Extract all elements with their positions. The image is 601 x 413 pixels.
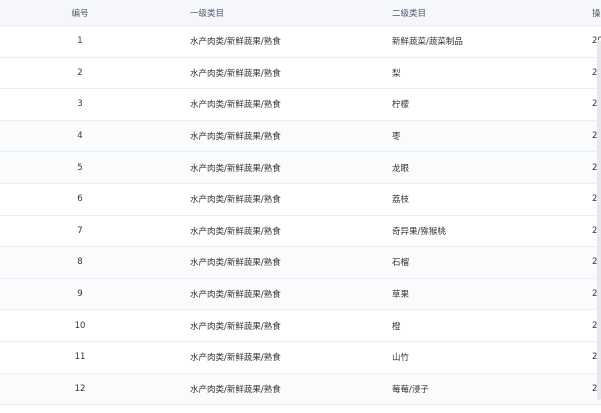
table-row[interactable]: 6水产肉类/新鲜蔬果/熟食荔枝20	[0, 184, 601, 216]
row-level1-cell: 水产肉类/新鲜蔬果/熟食	[190, 321, 281, 332]
row-level2-cell: 奇异果/猕猴桃	[392, 226, 446, 237]
row-id-cell: 7	[77, 225, 83, 236]
table-row[interactable]: 10水产肉类/新鲜蔬果/熟食橙20	[0, 310, 601, 342]
table-header: 编号 一级类目 二级类目 操	[0, 0, 601, 26]
row-level1-cell: 水产肉类/新鲜蔬果/熟食	[190, 290, 281, 301]
row-level2-cell: 新鲜蔬菜/蔬菜制品	[392, 37, 463, 48]
table-row[interactable]: 8水产肉类/新鲜蔬果/熟食石榴20	[0, 247, 601, 279]
row-level1-cell: 水产肉类/新鲜蔬果/熟食	[190, 384, 281, 395]
table-row[interactable]: 5水产肉类/新鲜蔬果/熟食龙眼20	[0, 152, 601, 184]
row-level1-cell: 水产肉类/新鲜蔬果/熟食	[190, 258, 281, 269]
table-row[interactable]: 4水产肉类/新鲜蔬果/熟食枣20	[0, 120, 601, 153]
table-row[interactable]: 1水产肉类/新鲜蔬果/熟食新鲜蔬菜/蔬菜制品20	[0, 26, 601, 58]
table-row[interactable]: 2水产肉类/新鲜蔬果/熟食梨20	[0, 57, 601, 90]
row-id-cell: 11	[74, 352, 86, 363]
row-level1-cell: 水产肉类/新鲜蔬果/熟食	[190, 132, 281, 143]
row-level2-cell: 山竹	[392, 353, 410, 364]
row-level2-cell: 橙	[392, 321, 401, 332]
row-level1-cell: 水产肉类/新鲜蔬果/熟食	[190, 68, 281, 79]
row-level2-cell: 柠檬	[392, 100, 410, 111]
row-level2-cell: 枣	[392, 132, 401, 143]
category-table: 编号 一级类目 二级类目 操 1水产肉类/新鲜蔬果/熟食新鲜蔬菜/蔬菜制品202…	[0, 0, 601, 413]
table-row[interactable]: 7水产肉类/新鲜蔬果/熟食奇异果/猕猴桃20	[0, 215, 601, 248]
row-id-cell: 5	[77, 162, 83, 173]
table-row[interactable]: 3水产肉类/新鲜蔬果/熟食柠檬20	[0, 89, 601, 121]
row-id-cell: 6	[77, 194, 83, 205]
row-id-cell: 2	[77, 67, 83, 78]
row-level2-cell: 荔枝	[392, 195, 410, 206]
row-id-cell: 10	[74, 320, 86, 331]
header-level1[interactable]: 一级类目	[190, 0, 380, 25]
row-id-cell: 1	[77, 36, 83, 47]
table-row[interactable]: 9水产肉类/新鲜蔬果/熟食草果20	[0, 278, 601, 311]
row-level2-cell: 梨	[392, 68, 401, 79]
row-level2-cell: 石榴	[392, 258, 410, 269]
row-id-cell: 3	[77, 99, 83, 110]
row-level1-cell: 水产肉类/新鲜蔬果/熟食	[190, 353, 281, 364]
row-level1-cell: 水产肉类/新鲜蔬果/熟食	[190, 37, 281, 48]
header-id[interactable]: 编号	[0, 0, 160, 25]
vertical-scrollbar[interactable]	[597, 40, 601, 400]
row-level1-cell: 水产肉类/新鲜蔬果/熟食	[190, 100, 281, 111]
row-level2-cell: 草果	[392, 290, 410, 301]
row-level1-cell: 水产肉类/新鲜蔬果/熟食	[190, 163, 281, 174]
row-id-cell: 9	[77, 289, 83, 300]
row-level1-cell: 水产肉类/新鲜蔬果/熟食	[190, 195, 281, 206]
row-id-cell: 8	[77, 257, 83, 268]
table-row[interactable]: 12水产肉类/新鲜蔬果/熟食莓莓/浸子20	[0, 373, 601, 406]
row-level2-cell: 龙眼	[392, 163, 410, 174]
row-id-cell: 4	[77, 131, 83, 142]
header-level2[interactable]: 二级类目	[392, 0, 582, 25]
row-level2-cell: 莓莓/浸子	[392, 384, 429, 395]
row-id-cell: 12	[74, 383, 86, 394]
table-row[interactable]: 11水产肉类/新鲜蔬果/熟食山竹20	[0, 342, 601, 374]
row-level1-cell: 水产肉类/新鲜蔬果/熟食	[190, 226, 281, 237]
header-op[interactable]: 操	[592, 0, 601, 25]
